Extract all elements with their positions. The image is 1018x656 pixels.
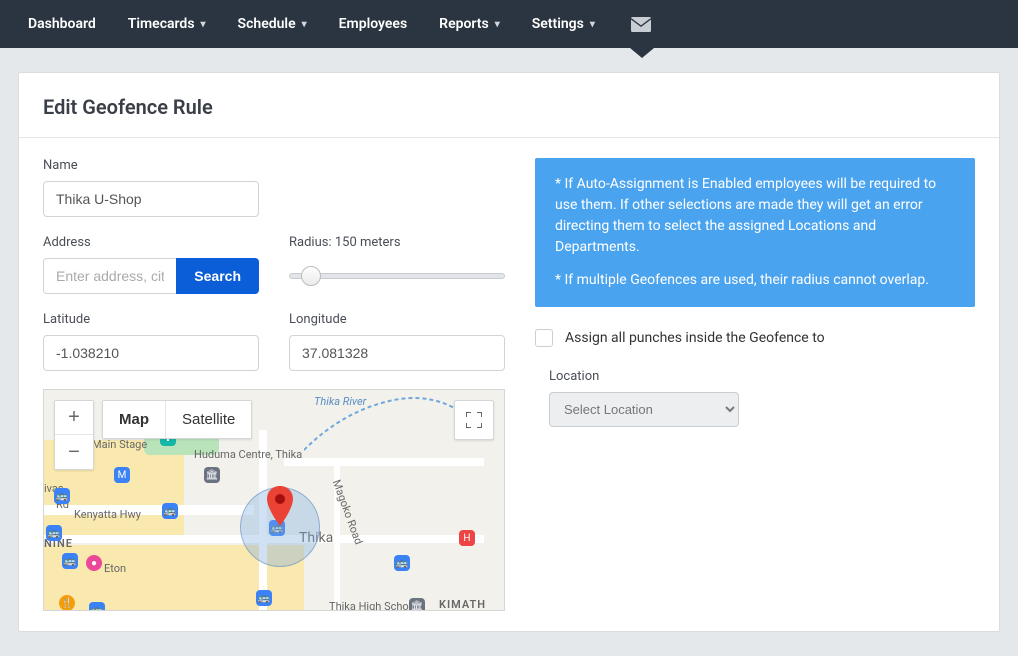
poi-icon: 🚌 (54, 488, 70, 504)
address-input[interactable] (43, 258, 176, 294)
poi-icon: 🚌 (89, 602, 105, 611)
map-zoom-control: + − (54, 400, 94, 470)
map[interactable]: Thika River Main Stage Huduma Centre, Th… (43, 389, 505, 611)
poi-icon: 🚌 (62, 553, 78, 569)
radius-label: Radius: 150 meters (289, 235, 505, 250)
map-fullscreen-button[interactable] (454, 400, 494, 440)
map-label-huduma: Huduma Centre, Thika (194, 448, 302, 461)
radius-slider-handle[interactable] (301, 266, 321, 286)
assign-checkbox[interactable] (535, 329, 553, 347)
page-title: Edit Geofence Rule (43, 95, 975, 119)
map-type-map-button[interactable]: Map (103, 401, 166, 438)
map-label-eton: Eton (104, 562, 126, 575)
poi-icon: H (459, 530, 475, 546)
longitude-label: Longitude (289, 312, 505, 327)
chevron-down-icon: ▾ (302, 19, 307, 30)
poi-icon: M (114, 467, 130, 483)
map-label-mainstage: Main Stage (92, 438, 147, 451)
map-type-satellite-button[interactable]: Satellite (166, 401, 251, 438)
name-label: Name (43, 158, 259, 173)
chevron-down-icon: ▾ (495, 19, 500, 30)
nav-reports[interactable]: Reports▾ (439, 16, 500, 32)
nav-timecards[interactable]: Timecards▾ (128, 16, 206, 32)
info-text-1: * If Auto-Assignment is Enabled employee… (555, 174, 955, 258)
map-zoom-in-button[interactable]: + (55, 401, 93, 435)
map-pin-icon[interactable] (267, 486, 293, 526)
info-text-2: * If multiple Geofences are used, their … (555, 270, 955, 291)
chevron-down-icon: ▾ (201, 19, 206, 30)
map-label-kenyatta: Kenyatta Hwy (74, 508, 141, 521)
latitude-input[interactable] (43, 335, 259, 371)
radius-slider-track[interactable] (289, 273, 505, 279)
assign-checkbox-label: Assign all punches inside the Geofence t… (565, 330, 825, 346)
active-tab-pointer (630, 48, 654, 58)
nav-schedule[interactable]: Schedule▾ (238, 16, 307, 32)
poi-icon: ● (86, 555, 102, 571)
mail-icon[interactable] (631, 17, 651, 32)
search-button[interactable]: Search (176, 258, 259, 294)
map-zoom-out-button[interactable]: − (55, 435, 93, 469)
chevron-down-icon: ▾ (590, 19, 595, 30)
location-label: Location (549, 369, 975, 384)
poi-icon: 🏛 (204, 467, 220, 483)
map-label-river: Thika River (314, 395, 366, 408)
location-select[interactable]: Select Location (549, 392, 739, 427)
nav-dashboard[interactable]: Dashboard (28, 16, 96, 32)
longitude-input[interactable] (289, 335, 505, 371)
poi-icon: 🚌 (256, 590, 272, 606)
poi-icon: 🚌 (394, 555, 410, 571)
poi-icon: 🚌 (162, 503, 178, 519)
nav-employees[interactable]: Employees (339, 16, 408, 32)
name-input[interactable] (43, 181, 259, 217)
address-label: Address (43, 235, 259, 250)
info-box: * If Auto-Assignment is Enabled employee… (535, 158, 975, 307)
poi-icon: 🚌 (46, 525, 62, 541)
nav-settings[interactable]: Settings▾ (532, 16, 595, 32)
poi-icon: 🍴 (59, 595, 75, 611)
map-label-thikahigh: Thika High School (329, 600, 418, 611)
latitude-label: Latitude (43, 312, 259, 327)
geofence-panel: Edit Geofence Rule Name Address (18, 72, 1000, 632)
map-type-switch: Map Satellite (102, 400, 252, 439)
top-nav: Dashboard Timecards▾ Schedule▾ Employees… (0, 0, 1018, 48)
fullscreen-icon (466, 412, 482, 428)
